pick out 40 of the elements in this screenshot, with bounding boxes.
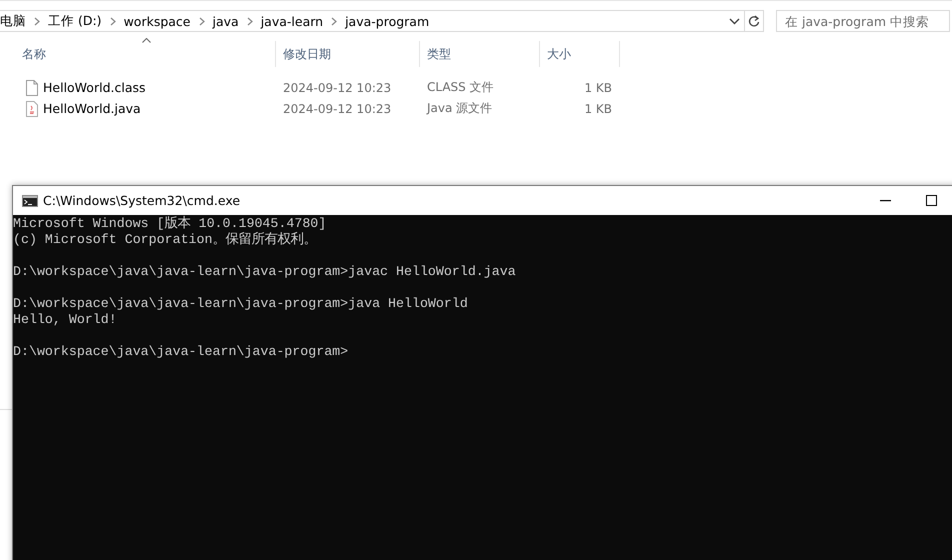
console-line: Hello, World! <box>13 312 118 328</box>
console-line: D:\workspace\java\java-learn\java-program>java HelloWorld <box>13 296 469 312</box>
breadcrumb-item[interactable]: java-learn <box>260 14 324 28</box>
file-size: 1 KB <box>583 80 613 94</box>
chevron-icon <box>34 16 40 26</box>
console-line: D:\workspace\java\java-learn\java-program>javac HelloWorld.java <box>13 264 517 280</box>
breadcrumb-item[interactable]: workspace <box>124 14 190 28</box>
chevron-icon <box>198 16 204 26</box>
breadcrumb-item[interactable]: java <box>212 14 239 28</box>
file-name[interactable]: HelloWorld.java <box>43 101 141 116</box>
console-line: (c) Microsoft Corporation。保留所有权利。 <box>13 232 318 248</box>
console-line: Microsoft Windows [版本 10.0.19045.4780] <box>13 216 328 232</box>
console-line: D:\workspace\java\java-learn\java-program> <box>13 344 350 360</box>
maximize-icon <box>926 195 936 206</box>
column-header[interactable]: 大小 <box>540 41 620 67</box>
file-icon <box>25 80 39 96</box>
file-date: 2024-09-12 10:23 <box>282 102 392 116</box>
file-name[interactable]: HelloWorld.class <box>43 80 146 95</box>
window-title: C:\Windows\System32\cmd.exe <box>43 193 240 208</box>
file-date: 2024-09-12 10:23 <box>282 80 392 94</box>
column-header[interactable]: 名称 <box>0 41 276 67</box>
chevron-icon <box>331 16 338 26</box>
sort-caret-icon <box>142 38 151 43</box>
chevron-icon <box>110 16 116 26</box>
file-type: Java 源文件 <box>425 100 494 117</box>
breadcrumb-item[interactable]: 工作 (D:) <box>48 12 102 30</box>
file-type: CLASS 文件 <box>426 79 495 96</box>
breadcrumb-item[interactable]: java-program <box>345 14 430 28</box>
column-header[interactable]: 修改日期 <box>276 41 420 67</box>
column-header[interactable]: 类型 <box>420 41 540 67</box>
console-app-icon <box>22 194 38 206</box>
file-icon <box>25 100 39 116</box>
refresh-icon[interactable] <box>748 14 760 28</box>
breadcrumb-item[interactable]: 电脑 <box>0 12 26 30</box>
minimize-icon <box>880 200 890 202</box>
file-size: 1 KB <box>583 102 613 116</box>
dropdown-icon[interactable] <box>729 18 740 24</box>
chevron-icon <box>246 16 253 26</box>
search-field[interactable]: 在 java-program 中搜索 <box>776 10 950 32</box>
address-bar[interactable]: 电脑 工作 (D:) workspace java java-learn java-program <box>0 10 764 32</box>
